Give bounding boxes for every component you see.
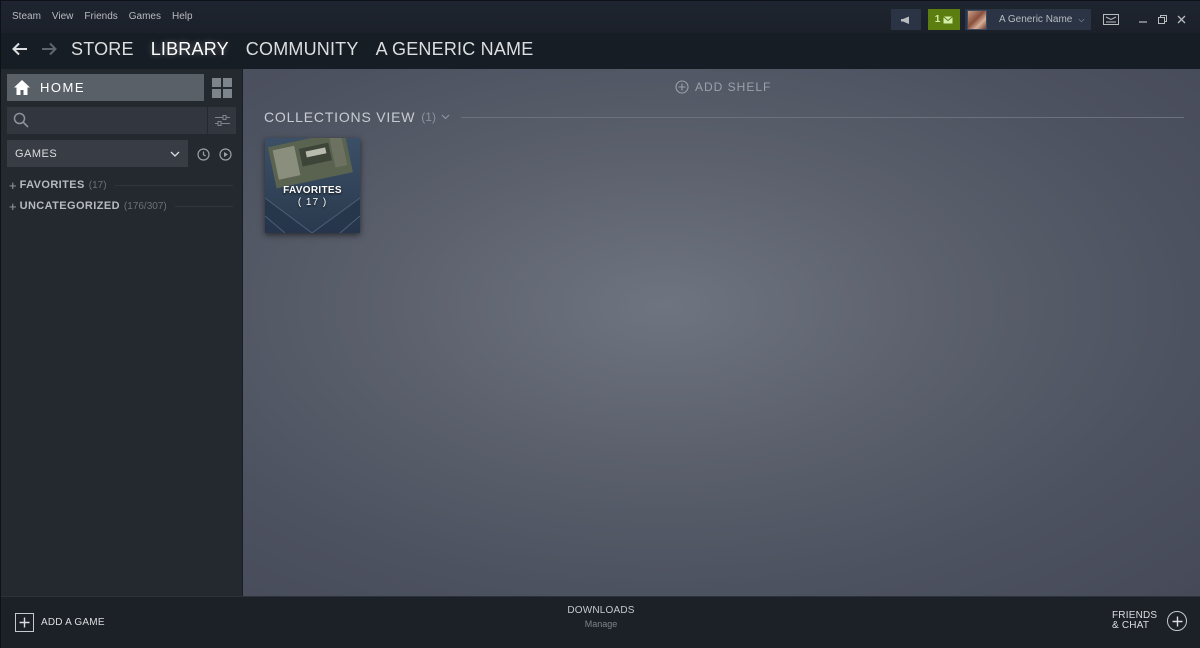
nav-community[interactable]: COMMUNITY xyxy=(246,39,359,60)
menu-help[interactable]: Help xyxy=(172,11,193,22)
grid-view-button[interactable] xyxy=(208,74,236,101)
collection-name: UNCATEGORIZED xyxy=(19,200,120,212)
search-input[interactable] xyxy=(35,107,203,134)
nav-library[interactable]: LIBRARY xyxy=(151,39,229,60)
recent-activity-button[interactable] xyxy=(196,147,210,161)
main-nav: STORE LIBRARY COMMUNITY A GENERIC NAME xyxy=(71,39,550,60)
tile-name: FAVORITES xyxy=(283,185,342,196)
plus-circle-icon xyxy=(675,80,689,94)
grid-icon xyxy=(212,77,232,98)
shelf-divider xyxy=(460,116,1184,118)
nav-store[interactable]: STORE xyxy=(71,39,134,60)
menu-bar: Steam View Friends Games Help 1 A Generi… xyxy=(1,1,1200,33)
menu-friends[interactable]: Friends xyxy=(84,11,117,22)
big-picture-button[interactable] xyxy=(1101,12,1121,26)
chevron-down-icon xyxy=(170,149,180,159)
add-game-button[interactable]: ADD A GAME xyxy=(15,613,105,632)
bottom-bar: ADD A GAME DOWNLOADS Manage FRIENDS & CH… xyxy=(1,596,1200,648)
chevron-down-icon: ⌵ xyxy=(1078,14,1085,24)
advanced-filter-button[interactable] xyxy=(208,107,236,134)
friends-label-line2: & CHAT xyxy=(1112,620,1150,631)
plus-circle-icon xyxy=(1167,611,1188,631)
downloads-label: DOWNLOADS xyxy=(567,605,635,616)
collection-count: (17) xyxy=(88,179,107,191)
collection-count: (176/307) xyxy=(123,200,167,212)
expand-icon: + xyxy=(9,198,17,214)
minimize-icon xyxy=(1139,21,1147,23)
sliders-icon xyxy=(214,115,230,126)
big-picture-icon xyxy=(1103,13,1119,25)
library-main: ADD SHELF COLLECTIONS VIEW (1) FAVORITES… xyxy=(243,69,1200,596)
friends-chat-label: FRIENDS & CHAT xyxy=(1112,611,1157,631)
collection-uncategorized[interactable]: + UNCATEGORIZED (176/307) xyxy=(9,199,233,213)
games-filter-label: GAMES xyxy=(15,147,58,160)
home-button[interactable]: HOME xyxy=(7,74,204,101)
collection-tile-favorites[interactable]: FAVORITES ( 17 ) xyxy=(265,138,360,233)
add-game-label: ADD A GAME xyxy=(41,617,105,628)
library-sidebar: HOME GAMES + FAVORITES (17) + UNCATEGORI… xyxy=(1,69,243,596)
nav-bar: STORE LIBRARY COMMUNITY A GENERIC NAME xyxy=(1,33,1200,69)
menu-steam[interactable]: Steam xyxy=(12,11,41,22)
shelf-header: COLLECTIONS VIEW (1) xyxy=(264,107,1184,127)
steam-window: Steam View Friends Games Help 1 A Generi… xyxy=(0,0,1200,648)
games-filter-dropdown[interactable]: GAMES xyxy=(7,140,188,167)
collection-name: FAVORITES xyxy=(19,179,85,191)
chevron-down-icon[interactable] xyxy=(441,112,451,122)
tile-count: ( 17 ) xyxy=(297,197,328,208)
maximize-button[interactable] xyxy=(1156,12,1168,26)
clock-icon xyxy=(196,147,210,161)
notifications-button[interactable]: 1 xyxy=(928,9,960,30)
arrow-left-icon xyxy=(12,42,27,56)
restore-icon xyxy=(1157,14,1167,24)
forward-button[interactable] xyxy=(39,39,59,59)
avatar xyxy=(967,9,987,30)
announcements-button[interactable] xyxy=(891,9,921,30)
search-field[interactable] xyxy=(7,107,207,134)
shelf-count: (1) xyxy=(421,110,436,124)
expand-icon: + xyxy=(9,177,17,193)
collection-favorites[interactable]: + FAVORITES (17) xyxy=(9,178,233,192)
envelope-icon xyxy=(943,15,954,23)
home-icon xyxy=(12,79,32,97)
downloads-button[interactable]: DOWNLOADS Manage xyxy=(541,605,661,629)
ready-to-play-button[interactable] xyxy=(218,147,232,161)
divider xyxy=(174,205,233,207)
divider xyxy=(114,184,233,186)
search-icon xyxy=(13,112,29,128)
account-name: A Generic Name xyxy=(999,14,1073,25)
play-icon xyxy=(218,147,232,161)
megaphone-icon xyxy=(901,16,909,24)
menu-games[interactable]: Games xyxy=(129,11,161,22)
add-shelf-button[interactable]: ADD SHELF xyxy=(675,80,771,94)
menu-view[interactable]: View xyxy=(52,11,74,22)
plus-box-icon xyxy=(15,613,34,632)
notification-count: 1 xyxy=(934,14,941,25)
home-label: HOME xyxy=(40,80,85,95)
downloads-sublabel: Manage xyxy=(584,619,618,629)
friends-chat-button[interactable]: FRIENDS & CHAT xyxy=(1112,611,1188,631)
shelf-title[interactable]: COLLECTIONS VIEW xyxy=(264,109,415,125)
menu-list: Steam View Friends Games Help xyxy=(12,11,204,22)
back-button[interactable] xyxy=(10,39,30,59)
close-icon xyxy=(1177,15,1185,23)
account-menu[interactable]: A Generic Name ⌵ xyxy=(965,9,1091,30)
minimize-button[interactable] xyxy=(1137,12,1149,26)
arrow-right-icon xyxy=(42,42,57,56)
add-shelf-label: ADD SHELF xyxy=(695,80,772,94)
nav-profile[interactable]: A GENERIC NAME xyxy=(376,39,534,60)
close-button[interactable] xyxy=(1175,12,1187,26)
